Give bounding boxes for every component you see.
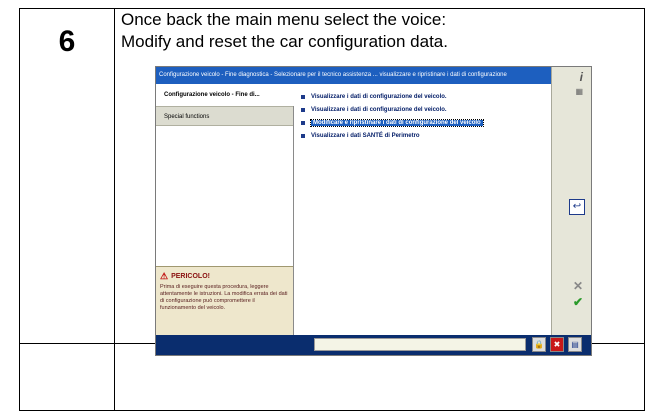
instruction-text: Once back the main menu select the voice… bbox=[121, 9, 641, 53]
option-item[interactable]: Visualizzare i dati di configurazione de… bbox=[301, 91, 561, 102]
status-field bbox=[314, 338, 526, 351]
column-divider bbox=[114, 9, 115, 410]
bullet-icon bbox=[301, 94, 305, 99]
cancel-icon[interactable]: ✕ bbox=[573, 280, 583, 292]
bullet-icon bbox=[301, 120, 305, 125]
scroll-handle-icon[interactable]: ▦ bbox=[575, 86, 583, 98]
bullet-icon bbox=[301, 133, 305, 138]
info-icon[interactable]: i bbox=[580, 71, 583, 83]
option-item[interactable]: Visualizzare i dati SANTÉ di Perimetro bbox=[301, 130, 561, 141]
nav-item-vehicle-config[interactable]: Configurazione veicolo - Fine di... bbox=[156, 84, 294, 106]
confirm-check-icon[interactable]: ✔ bbox=[573, 296, 583, 308]
screenshot-title-bar: Configurazione veicolo - Fine diagnostic… bbox=[156, 67, 553, 84]
status-bar: 🔒 ✖ ▤ bbox=[156, 335, 591, 355]
left-panel: Configurazione veicolo - Fine di... Spec… bbox=[156, 84, 294, 337]
option-item-selected[interactable]: Modificare e ripristinare i dati di conf… bbox=[301, 117, 561, 128]
options-list: Visualizzare i dati di configurazione de… bbox=[301, 91, 561, 143]
print-icon[interactable]: ▤ bbox=[568, 337, 582, 352]
warning-body: Prima di eseguire questa procedura, legg… bbox=[160, 284, 288, 311]
option-item[interactable]: Visualizzare i dati di configurazione de… bbox=[301, 104, 561, 115]
nav-item-special-functions[interactable]: Special functions bbox=[156, 106, 293, 126]
warning-box: ⚠ PERICOLO! Prima di eseguire questa pro… bbox=[156, 266, 293, 337]
step-number: 6 bbox=[58, 25, 76, 58]
warning-title: ⚠ PERICOLO! bbox=[160, 271, 210, 281]
stop-icon[interactable]: ✖ bbox=[550, 337, 564, 352]
lock-icon[interactable]: 🔒 bbox=[532, 337, 546, 352]
back-icon[interactable]: ↩ bbox=[569, 199, 585, 215]
diagnostic-screenshot: Configurazione veicolo - Fine diagnostic… bbox=[155, 66, 592, 356]
instruction-line-2: Modify and reset the car configuration d… bbox=[121, 32, 448, 51]
instruction-line-1: Once back the main menu select the voice… bbox=[121, 10, 447, 29]
bullet-icon bbox=[301, 107, 305, 112]
warning-triangle-icon: ⚠ bbox=[160, 271, 169, 281]
